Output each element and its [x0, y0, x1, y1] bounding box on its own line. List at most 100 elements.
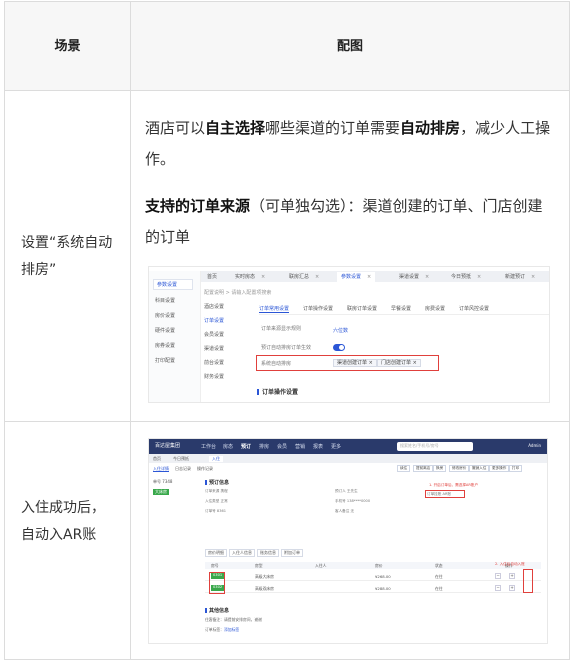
header-cell-scene: 场景: [5, 2, 131, 90]
close-icon[interactable]: ×: [531, 274, 535, 280]
nav-item[interactable]: 工作台: [201, 443, 216, 450]
tab-checkin[interactable]: 入住: [209, 456, 223, 462]
scene-cell: 入住成功后，自动入AR账: [5, 422, 131, 660]
paragraph-description: 酒店可以自主选择哪些渠道的订单需要自动排房，减少人工操作。: [145, 113, 553, 175]
close-icon[interactable]: ×: [477, 274, 481, 280]
setting-value[interactable]: 六位数: [333, 327, 348, 334]
tab-addons[interactable]: 附加订单: [281, 549, 303, 557]
nav-item[interactable]: 会员: [277, 443, 287, 450]
plus-button[interactable]: +: [509, 573, 515, 579]
bold-text: 支持的订单来源: [145, 197, 251, 215]
menu-channel[interactable]: 渠道设置: [204, 345, 242, 352]
subtab-risk[interactable]: 订单风控设置: [459, 305, 489, 312]
close-icon[interactable]: ×: [367, 274, 371, 280]
room-price: ¥268.00: [375, 574, 391, 579]
nav-item[interactable]: 房态: [223, 443, 233, 450]
sidebar-item-subjects[interactable]: 科目设置: [155, 297, 175, 304]
subtab-fees[interactable]: 房费设置: [425, 305, 445, 312]
scene-cell: 设置“系统自动排房”: [5, 91, 131, 421]
table-row-auto-assign: 设置“系统自动排房” 酒店可以自主选择哪些渠道的订单需要自动排房，减少人工操作。…: [5, 91, 569, 422]
subtab-breakfast[interactable]: 早餐设置: [391, 305, 411, 312]
auto-assign-toggle[interactable]: [333, 344, 345, 351]
sidebar-item-hardware[interactable]: 硬件设置: [155, 327, 175, 334]
room-type: 高级双床房: [255, 586, 274, 591]
room-badge[interactable]: 大床房: [153, 489, 169, 495]
order-number: 单号 7348: [153, 479, 173, 484]
early-leave-button[interactable]: 提前离店: [413, 465, 434, 472]
nav-item[interactable]: 排房: [259, 443, 269, 450]
tab-label: 参数设置: [341, 274, 362, 280]
menu-member[interactable]: 会员设置: [204, 331, 242, 338]
close-icon[interactable]: ×: [315, 274, 319, 280]
screenshot-checkin: 百达屋集团 工作台 房态 预订 排房 会员 营销 报表 更多 搜索姓名/手机号/…: [148, 438, 548, 644]
cancel-checkin-button[interactable]: 撤销入住: [469, 465, 490, 472]
minus-button[interactable]: −: [495, 585, 501, 591]
annotation-note: 1. 开启订单后，需选择AR账户: [429, 483, 479, 487]
text-span: 哪些渠道的订单需要: [265, 119, 401, 137]
tab-home[interactable]: 首页: [153, 456, 161, 462]
room-price: ¥288.00: [375, 586, 391, 591]
detail-tabs: 房价明细 入住人信息 账务信息 附加订单: [205, 549, 305, 557]
add-tag-link[interactable]: 添加标签: [224, 627, 239, 632]
change-room-button[interactable]: 换房: [433, 465, 447, 472]
change-rate-button[interactable]: 修改房价: [449, 465, 470, 472]
tab-rates[interactable]: 房价明细: [205, 549, 227, 557]
source-chip[interactable]: 渠道创建订单 ×: [333, 359, 377, 367]
source-chip[interactable]: 门店创建订单 ×: [377, 359, 421, 367]
subnav-ops[interactable]: 操作记录: [197, 466, 213, 471]
tab-channel[interactable]: 渠道设置 ×: [395, 272, 433, 282]
menu-front[interactable]: 前台设置: [204, 359, 242, 366]
column-header: 入住人: [315, 563, 327, 568]
subtab-operation[interactable]: 订单操作设置: [303, 305, 333, 312]
room-type: 高级大床房: [255, 574, 274, 579]
sidebar-item-rates[interactable]: 房价设置: [155, 312, 175, 319]
tab-home[interactable]: 首页: [203, 272, 221, 282]
settings-tabs: 首页 实时房态 × 联房汇总 × 参数设置 × 渠道设置 × 今日预抵 × 新建预订 ×: [201, 271, 549, 282]
field: 订单来源 携程: [205, 489, 228, 493]
extend-button[interactable]: 续住: [397, 465, 411, 472]
menu-hotel[interactable]: 酒店设置: [204, 303, 242, 310]
order-main: 预订信息 订单来源 携程 入住类型 正常 订单号 8361 预订人 王先生 手机…: [205, 477, 541, 643]
tab-params[interactable]: 参数设置 ×: [337, 272, 376, 282]
close-icon[interactable]: ×: [261, 274, 265, 280]
subtab-common[interactable]: 订单常用设置: [259, 305, 290, 313]
tab-guests[interactable]: 入住人信息: [229, 549, 255, 557]
tab-summary[interactable]: 联房汇总 ×: [285, 272, 323, 282]
top-navbar: 百达屋集团 工作台 房态 预订 排房 会员 营销 报表 更多 搜索姓名/手机号/…: [149, 439, 547, 454]
nav-item[interactable]: 更多: [331, 443, 341, 450]
subnav-log[interactable]: 日志记录: [175, 466, 191, 471]
tab-arrivals[interactable]: 今日预抵 ×: [447, 272, 485, 282]
order-subtabs: 订单常用设置 订单操作设置 联房订单设置 早餐设置 房费设置 订单风控设置: [259, 305, 549, 315]
tab-new-booking[interactable]: 新建预订 ×: [501, 272, 539, 282]
tab-accounts[interactable]: 账务信息: [257, 549, 279, 557]
plus-button[interactable]: +: [509, 585, 515, 591]
config-cell: 百达屋集团 工作台 房态 预订 排房 会员 营销 报表 更多 搜索姓名/手机号/…: [131, 422, 569, 660]
column-header: 房号: [211, 563, 219, 568]
sidebar-item-params[interactable]: 参数设置: [153, 279, 193, 290]
table-header-row: 场景 配图: [5, 2, 569, 91]
more-ops-button[interactable]: 更多操作: [489, 465, 510, 472]
search-input[interactable]: 搜索姓名/手机号/房号: [397, 442, 473, 451]
tab-room-status[interactable]: 实时房态 ×: [231, 272, 269, 282]
sidebar-item-vouchers[interactable]: 房券设置: [155, 342, 175, 349]
paragraph-sources: 支持的订单来源（可单独勾选）：渠道创建的订单、门店创建的订单: [145, 191, 553, 253]
sidebar-item-print[interactable]: 打印配置: [155, 357, 175, 364]
subnav-detail[interactable]: 入住详情: [153, 466, 169, 472]
close-icon[interactable]: ×: [425, 274, 429, 280]
menu-finance[interactable]: 财务设置: [204, 373, 242, 380]
tab-arrivals[interactable]: 今日预抵: [173, 456, 189, 462]
user-menu[interactable]: Admin: [528, 443, 541, 448]
print-button[interactable]: 打印: [509, 465, 523, 472]
minus-button[interactable]: −: [495, 573, 501, 579]
table-row[interactable]: 0301 高级大床房 ¥268.00 在住 − +: [205, 571, 541, 581]
nav-item[interactable]: 预订: [241, 443, 251, 450]
room-status: 在住: [435, 586, 443, 591]
room-status: 在住: [435, 574, 443, 579]
nav-item[interactable]: 报表: [313, 443, 323, 450]
menu-order[interactable]: 订单设置: [204, 317, 242, 324]
subtab-linked[interactable]: 联房订单设置: [347, 305, 377, 312]
table-row[interactable]: 0302 高级双床房 ¥288.00 在住 − +: [205, 583, 541, 593]
ar-account-field[interactable]: 订单挂账 AR账: [427, 492, 451, 497]
nav-item[interactable]: 营销: [295, 443, 305, 450]
tab-label: 首页: [207, 274, 218, 280]
